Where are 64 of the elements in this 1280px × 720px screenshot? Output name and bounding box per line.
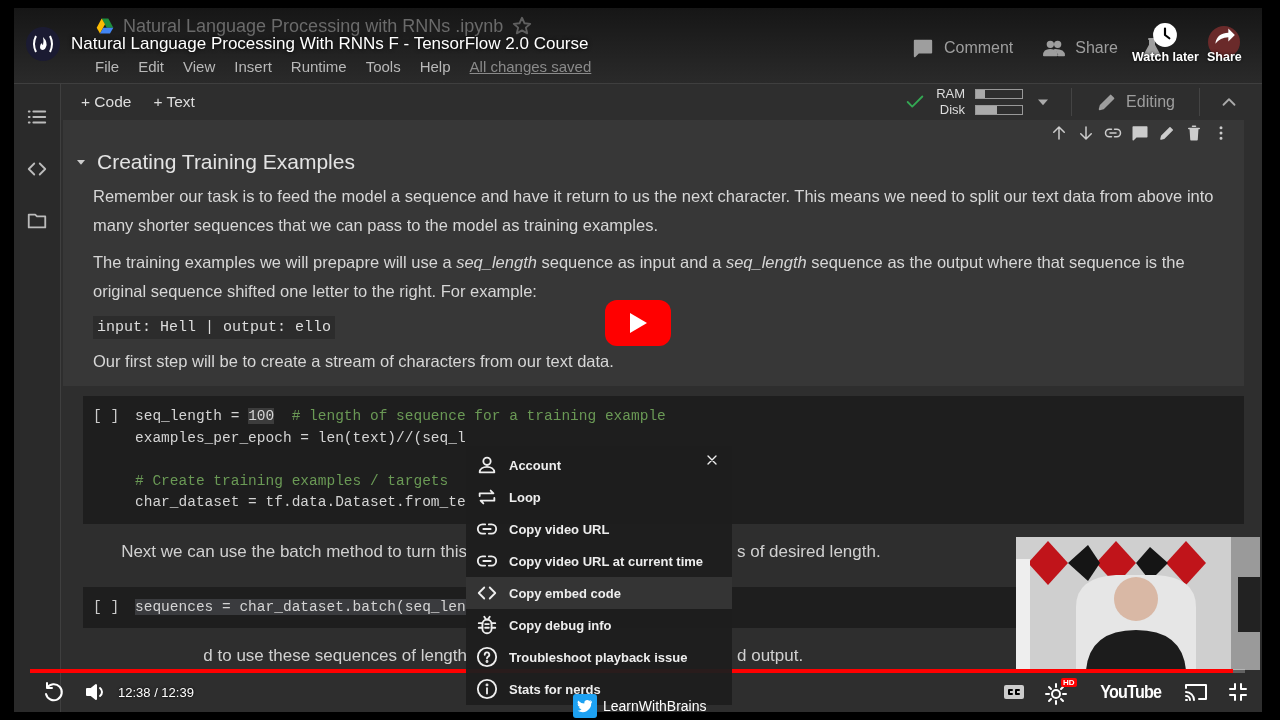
star-icon[interactable] [511,15,534,37]
exit-fullscreen-icon[interactable] [1226,680,1250,704]
comment-icon[interactable] [1131,124,1149,142]
help-icon [476,646,498,668]
menu-item[interactable]: Troubleshoot playback issue [466,641,732,673]
drive-icon [95,16,115,36]
arrow-down-icon[interactable] [1077,124,1095,142]
editing-mode-button[interactable]: Editing [1090,90,1181,114]
channel-handle: LearnWithBrains [603,698,707,714]
resource-label: Disk [939,102,966,118]
arrow-up-icon[interactable] [1050,124,1068,142]
run-button[interactable]: [ ] [93,596,120,618]
paragraph-text: s of desired length. [737,540,882,563]
menu-item[interactable]: Tools [365,58,401,75]
resource-label: RAM [936,86,966,102]
person-icon [476,454,498,476]
settings-button[interactable]: HD [1043,678,1077,706]
paragraph: Remember our task is to feed the model a sequence and have it return to us the next character. This means we need to split our text data from above into many shorter sequences that we can pass to the model as training examples. [93,186,1215,236]
code-line: # Create training examples / targets [135,471,449,491]
save-status-link[interactable]: All changes saved [469,58,592,75]
watch-later-button[interactable]: Watch later [1132,22,1199,64]
hd-badge: HD [1061,678,1077,687]
menu-item[interactable]: Loop [466,481,732,513]
add-cell-button[interactable]: + Text [153,91,195,113]
add-cell-button[interactable]: + Code [81,91,132,113]
bug-icon [476,614,498,636]
trash-icon[interactable] [1185,124,1203,142]
pencil-icon[interactable] [1158,124,1176,142]
resource-meter [975,105,1024,115]
paragraph-text: Next we can use the batch method to turn this [121,540,467,563]
comment-button[interactable]: Comment [903,36,1022,59]
paragraph: The training examples we will prepapre will use a seq_length sequence as input and a seq_length sequence as the output where that sequence is the original sequence shifted one letter to the right. For example: [93,252,1186,302]
share-button[interactable]: Share [1035,36,1126,59]
menu-item[interactable]: File [95,58,120,75]
code-line: char_dataset = tf.data.Dataset.from_te [135,493,466,512]
menu-item[interactable]: Account [466,449,732,481]
paragraph: Our first step will be to create a stream of characters from our text data. [93,351,615,372]
play-icon [628,312,648,334]
info-icon [476,678,498,700]
share-button[interactable]: Share [1207,22,1242,64]
code-snippet: input: Hell | output: ello [93,316,336,339]
menu-item[interactable]: Runtime [290,58,347,75]
replay-icon[interactable] [42,680,66,704]
play-button[interactable] [605,300,671,346]
paragraph-text: d to use these sequences of length [203,645,467,667]
youtube-logo[interactable]: YouTube [1099,681,1161,703]
menu-item[interactable]: Edit [138,58,165,75]
code-line: seq_length = 100 # length of sequence for a training example [135,407,666,426]
menu-item[interactable]: Copy embed code [466,577,732,609]
bird-icon [573,694,597,718]
menu-item[interactable]: Insert [234,58,272,75]
time-display: 12:38 / 12:39 [118,684,194,700]
menu-item[interactable]: View [183,58,216,75]
paragraph-text: d output. [737,645,805,667]
channel-logo-icon[interactable] [26,27,60,61]
menu-item[interactable]: Copy debug info [466,609,732,641]
menu-item[interactable]: Help [419,58,451,75]
menu-item[interactable]: Copy video URL [466,513,732,545]
section-heading: Creating Training Examples [97,150,355,174]
resource-meter [975,89,1024,99]
menu-item[interactable]: Copy video URL at current time [466,545,732,577]
run-button[interactable]: [ ] [93,406,120,428]
clock-icon [1152,22,1179,48]
code-line: examples_per_epoch = len(text)//(seq_l [135,428,466,448]
